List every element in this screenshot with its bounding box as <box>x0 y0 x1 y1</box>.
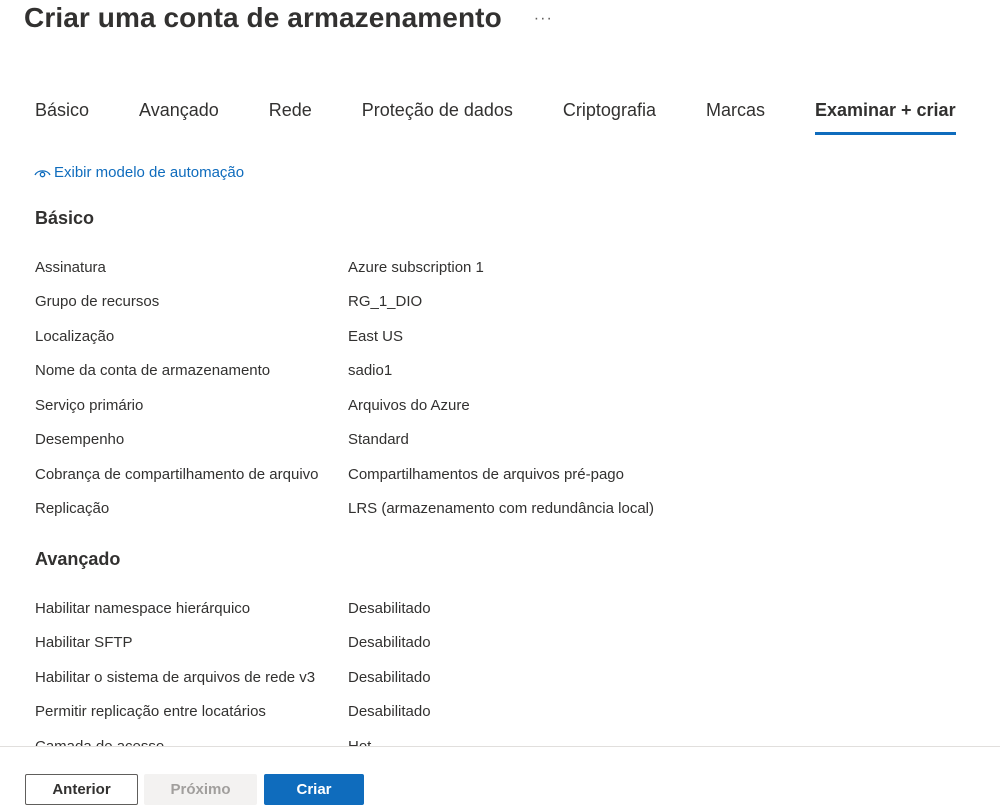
row-label: Habilitar namespace hierárquico <box>35 599 251 617</box>
automation-link-label: Exibir modelo de automação <box>54 164 245 181</box>
tab-protecao-de-dados[interactable]: Proteção de dados <box>362 98 513 132</box>
row-value: Hot <box>348 738 371 746</box>
row-value: sadio1 <box>348 362 393 380</box>
row-label: Desempenho <box>35 431 125 449</box>
summary-row: Camada de acesso Hot <box>35 729 975 746</box>
summary-row: Habilitar namespace hierárquico Desabili… <box>35 591 975 626</box>
summary-row: Habilitar SFTP Desabilitado <box>35 626 975 661</box>
wizard-footer: Anterior Próximo Criar <box>0 746 1000 811</box>
eye-icon <box>34 169 51 177</box>
page-title: Criar uma conta de armazenamento <box>24 2 502 33</box>
row-label: Grupo de recursos <box>35 293 160 311</box>
row-label: Localização <box>35 327 115 345</box>
row-label: Serviço primário <box>35 396 144 414</box>
review-summary: Básico Assinatura Azure subscription 1 G… <box>35 200 975 746</box>
summary-row: Assinatura Azure subscription 1 <box>35 250 975 285</box>
row-value: LRS (armazenamento com redundância local… <box>348 500 654 518</box>
tab-criptografia[interactable]: Criptografia <box>563 98 656 132</box>
tab-marcas[interactable]: Marcas <box>706 98 765 132</box>
row-value: Arquivos do Azure <box>348 396 470 414</box>
summary-row: Desempenho Standard <box>35 423 975 458</box>
row-label: Permitir replicação entre locatários <box>35 703 266 721</box>
section-title-basico: Básico <box>35 208 95 228</box>
summary-row: Grupo de recursos RG_1_DIO <box>35 285 975 320</box>
create-button[interactable]: Criar <box>264 774 364 805</box>
section-title-avancado: Avançado <box>35 549 121 569</box>
summary-row: Localização East US <box>35 319 975 354</box>
more-options-icon[interactable]: ··· <box>534 10 553 28</box>
summary-row: Cobrança de compartilhamento de arquivo … <box>35 457 975 492</box>
row-label: Habilitar SFTP <box>35 634 133 652</box>
tab-avancado[interactable]: Avançado <box>139 98 219 132</box>
row-label: Assinatura <box>35 258 106 276</box>
title-row: Criar uma conta de armazenamento ··· <box>24 2 553 34</box>
view-automation-template-link[interactable]: Exibir modelo de automação <box>34 164 244 181</box>
row-label: Replicação <box>35 500 110 518</box>
row-value: Compartilhamentos de arquivos pré-pago <box>348 465 624 483</box>
summary-row: Nome da conta de armazenamento sadio1 <box>35 354 975 389</box>
row-value: Desabilitado <box>348 668 431 686</box>
row-value: Desabilitado <box>348 634 431 652</box>
previous-button[interactable]: Anterior <box>25 774 138 805</box>
row-label: Camada de acesso <box>35 738 348 746</box>
row-value: East US <box>348 327 404 345</box>
tab-rede[interactable]: Rede <box>269 98 312 132</box>
row-value: Desabilitado <box>348 703 431 721</box>
row-value: Azure subscription 1 <box>348 258 484 276</box>
next-button: Próximo <box>144 774 257 805</box>
row-label: Nome da conta de armazenamento <box>35 362 271 380</box>
row-value: Standard <box>348 431 409 449</box>
row-value: RG_1_DIO <box>348 293 423 311</box>
wizard-tabs: Básico Avançado Rede Proteção de dados C… <box>35 98 1000 135</box>
row-value: Desabilitado <box>348 599 431 617</box>
row-label: Habilitar o sistema de arquivos de rede … <box>35 668 316 686</box>
tab-examinar-criar[interactable]: Examinar + criar <box>814 98 956 135</box>
summary-row: Replicação LRS (armazenamento com redund… <box>35 492 975 527</box>
scroll-content[interactable]: Criar uma conta de armazenamento ··· Bás… <box>0 0 1000 746</box>
summary-row: Habilitar o sistema de arquivos de rede … <box>35 660 975 695</box>
tab-basico[interactable]: Básico <box>35 98 89 132</box>
create-storage-account-page: Criar uma conta de armazenamento ··· Bás… <box>0 0 1000 811</box>
row-label: Cobrança de compartilhamento de arquivo <box>35 465 319 483</box>
summary-row: Serviço primário Arquivos do Azure <box>35 388 975 423</box>
summary-row: Permitir replicação entre locatários Des… <box>35 695 975 730</box>
